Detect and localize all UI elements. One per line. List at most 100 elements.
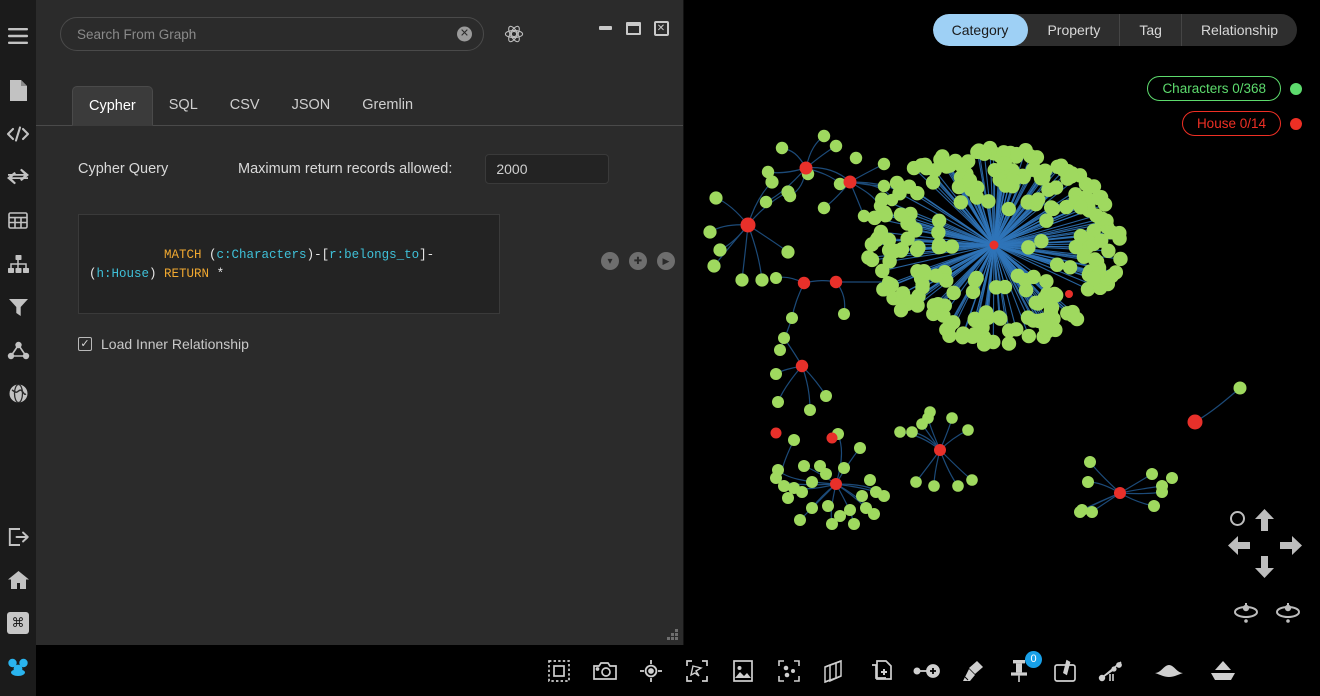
maximize-button[interactable] [625,20,641,36]
graph-node-character[interactable] [915,277,930,292]
graph-node-house[interactable] [829,275,843,289]
graph-node-character[interactable] [1087,252,1103,267]
molecule-icon[interactable] [502,22,526,46]
graph-node-character[interactable] [1038,320,1054,336]
box3d-tool[interactable] [822,658,848,684]
graph-node-character[interactable] [1047,286,1062,302]
graph-node-character[interactable] [713,243,727,257]
graph-node-character[interactable] [970,144,985,160]
target-tool[interactable] [638,658,664,684]
graph-node-character[interactable] [838,462,850,474]
graph-node-character[interactable] [1036,170,1051,186]
graph-node-character[interactable] [870,230,886,246]
globe-icon[interactable] [0,372,36,415]
graph-node-character[interactable] [969,180,985,195]
graph-node-house[interactable] [843,175,857,189]
graph-node-character[interactable] [1001,336,1017,351]
graph-node-character[interactable] [868,508,880,520]
graph-node-house[interactable] [797,276,811,290]
graph-node-character[interactable] [942,328,957,344]
graph-node-character[interactable] [981,194,996,209]
collapse-layer-tool[interactable] [1155,658,1183,684]
users-icon[interactable] [0,645,36,688]
graph-node-character[interactable] [882,276,894,288]
graph-node-character[interactable] [1059,199,1074,215]
collapse-button[interactable]: ▾ [601,252,619,270]
graph-node-character[interactable] [877,157,891,171]
graph-node-character[interactable] [806,502,818,514]
graph-node-character[interactable] [861,250,876,265]
legend-chip-house[interactable]: House 0/14 [1181,111,1281,136]
graph-node-character[interactable] [854,442,866,454]
pen-tool[interactable] [1052,658,1078,684]
pan-up-button[interactable] [1255,509,1274,536]
menu-icon[interactable] [0,14,36,57]
command-icon[interactable]: ⌘ [0,602,36,645]
graph-node-character[interactable] [849,151,863,165]
graph-node-character[interactable] [1104,268,1119,284]
graph-node-house[interactable] [1114,487,1126,499]
graph-node-character[interactable] [952,480,964,492]
graph-node-house[interactable] [770,427,782,439]
add-node-tool[interactable] [868,658,894,684]
expand-layer-tool[interactable] [1210,658,1236,684]
graph-node-character[interactable] [772,396,784,408]
graph-node-character[interactable] [1026,269,1041,285]
graph-node-character[interactable] [906,160,922,176]
add-query-button[interactable]: ✚ [629,252,647,270]
graph-node-character[interactable] [939,159,954,174]
table-icon[interactable] [0,199,36,242]
brush-tool[interactable] [960,658,986,684]
network-icon[interactable] [0,329,36,372]
pin-tool[interactable]: 0 [1006,650,1042,684]
pan-down-button[interactable] [1255,556,1274,583]
graph-node-house[interactable] [830,478,842,490]
graph-node-character[interactable] [975,320,990,335]
graph-node-character[interactable] [894,426,906,438]
graph-node-character[interactable] [796,486,808,498]
tab-tag[interactable]: Tag [1120,14,1182,46]
close-button[interactable]: ✕ [653,20,669,36]
rotate-left-button[interactable] [1234,602,1258,629]
graph-node-house[interactable] [826,432,838,444]
graph-node-character[interactable] [1156,486,1168,498]
graph-node-character[interactable] [1113,251,1128,267]
graph-node-character[interactable] [962,424,974,436]
graph-node-character[interactable] [878,490,890,502]
graph-node-character[interactable] [844,504,856,516]
graph-node-character[interactable] [1089,208,1104,223]
code-icon[interactable] [0,112,36,155]
graph-node-character[interactable] [820,468,832,480]
graph-node-character[interactable] [1009,322,1024,337]
graph-node-character[interactable] [919,160,934,176]
graph-node-character[interactable] [877,179,891,193]
graph-node-character[interactable] [965,284,981,300]
add-edge-tool[interactable] [913,658,940,684]
graph-node-character[interactable] [997,156,1012,171]
graph-node-character[interactable] [986,334,1001,350]
graph-node-character[interactable] [788,434,800,446]
graph-node-character[interactable] [864,474,876,486]
tab-property[interactable]: Property [1028,14,1121,46]
graph-node-character[interactable] [770,368,782,380]
graph-node-character[interactable] [1049,257,1065,272]
graph-node-character[interactable] [782,492,794,504]
cluster-tool[interactable] [776,658,802,684]
load-inner-relationship-checkbox[interactable]: ✓ [78,337,92,351]
graph-node-character[interactable] [765,175,779,189]
graph-node-character[interactable] [817,201,831,215]
graph-node-character[interactable] [857,209,871,223]
graph-node-character[interactable] [1021,240,1036,255]
graph-node-house[interactable] [1187,414,1203,430]
graph-node-character[interactable] [781,185,795,199]
graph-node-character[interactable] [1146,468,1158,480]
graph-node-character[interactable] [946,315,961,330]
graph-node-character[interactable] [781,245,795,259]
graph-node-character[interactable] [1045,201,1061,217]
cypher-query-editor[interactable]: MATCH (c:Characters)-[r:belongs_to]-(h:H… [78,214,500,314]
graph-node-character[interactable] [931,213,947,229]
graph-node-character[interactable] [910,476,922,488]
search-input[interactable] [60,17,484,51]
graph-node-character[interactable] [1093,233,1109,248]
graph-node-character[interactable] [908,222,923,237]
